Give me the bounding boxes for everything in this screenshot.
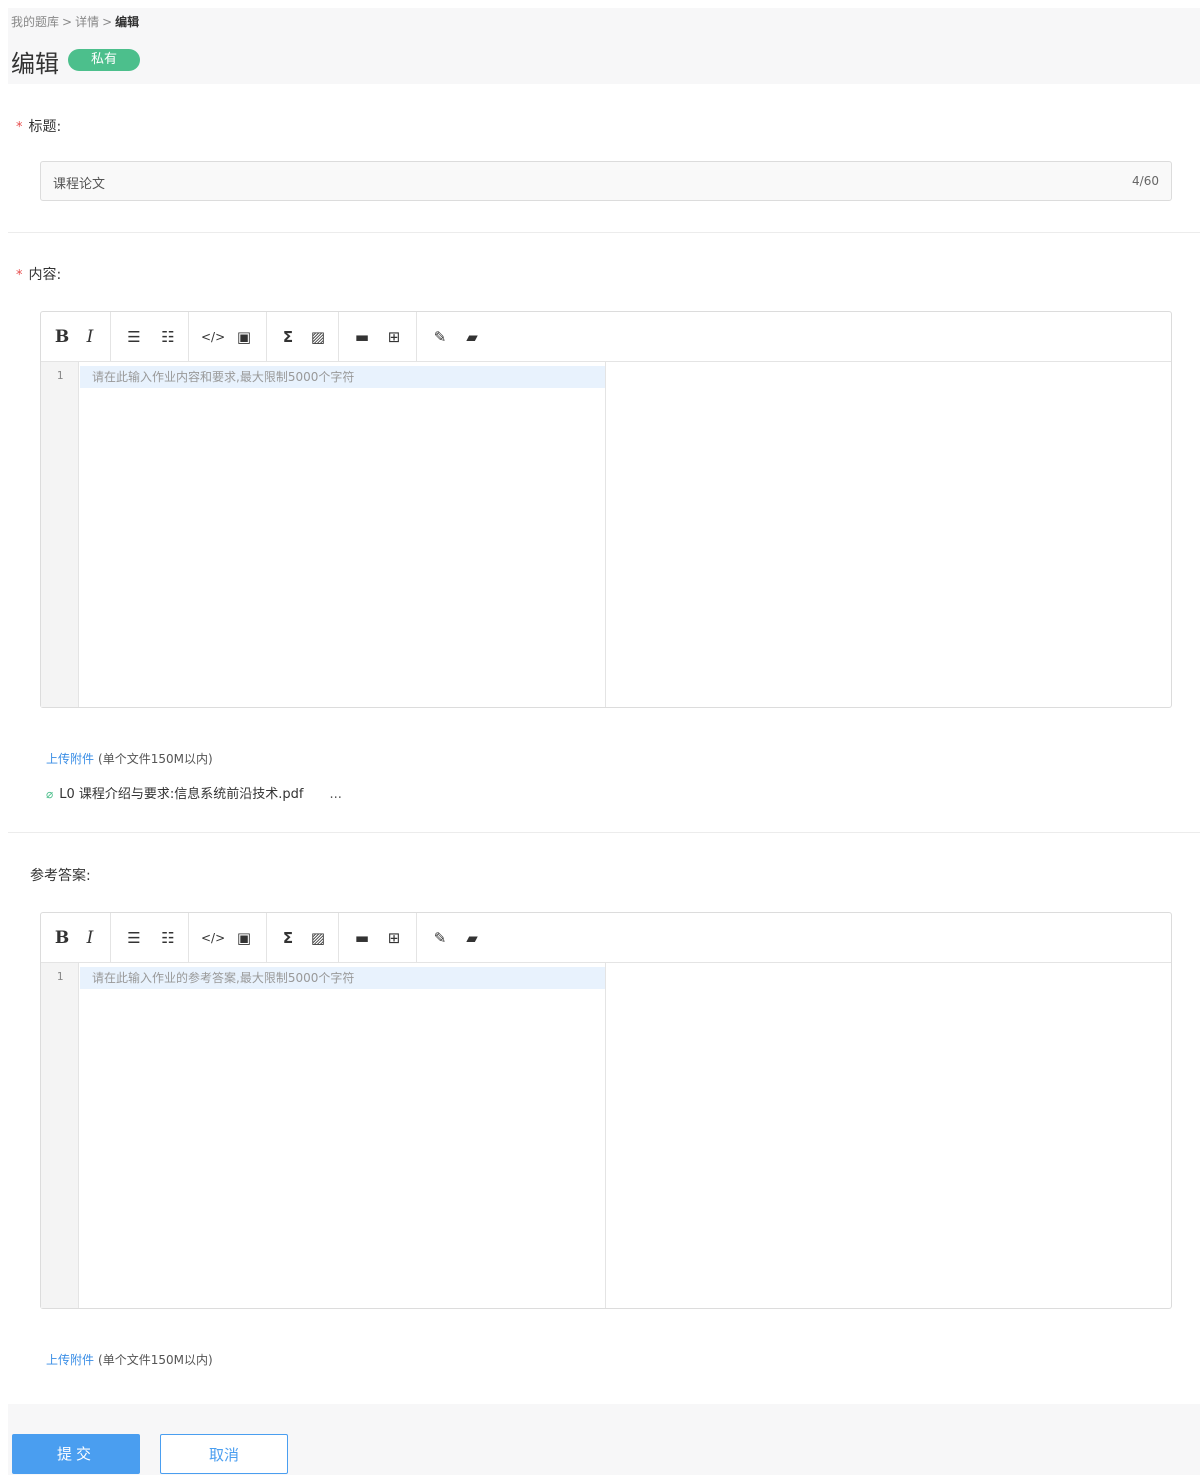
formula-block-icon[interactable]: ▨ <box>307 927 329 949</box>
paperclip-icon: ⌀ <box>46 787 54 801</box>
table-icon[interactable]: ⊞ <box>383 326 405 348</box>
divider <box>8 832 1200 833</box>
upload-attachment-link[interactable]: 上传附件 <box>46 1353 94 1367</box>
content-upload-row: 上传附件 (单个文件150M以内) <box>46 750 213 767</box>
form-footer: 提交 取消 <box>8 1404 1200 1475</box>
bold-icon[interactable]: B <box>51 927 73 949</box>
divider <box>8 232 1200 233</box>
content-textarea[interactable]: 请在此输入作业内容和要求,最大限制5000个字符 <box>80 362 605 707</box>
content-label: * 内容: <box>16 264 61 284</box>
toolbar-group-insert: ▬ ⊞ <box>339 312 417 361</box>
bold-icon[interactable]: B <box>51 326 73 348</box>
toolbar-group-format: B I <box>41 913 111 962</box>
toolbar-group-list: ☰ ☷ <box>111 913 189 962</box>
table-icon[interactable]: ⊞ <box>383 927 405 949</box>
toolbar-group-view: ✎ ▰ <box>417 312 497 361</box>
answer-label: 参考答案: <box>30 868 91 884</box>
page-header: 我的题库 > 详情 > 编辑 编辑 私有 <box>8 8 1200 84</box>
title-input[interactable]: 课程论文 4/60 <box>40 161 1172 201</box>
code-block-icon[interactable]: ▣ <box>233 326 255 348</box>
toolbar-group-formula: Σ ▨ <box>267 312 339 361</box>
breadcrumb-separator: > <box>102 15 113 29</box>
italic-icon[interactable]: I <box>79 326 101 348</box>
upload-attachment-link[interactable]: 上传附件 <box>46 752 94 766</box>
line-gutter: 1 <box>41 963 79 1308</box>
formula-icon[interactable]: Σ <box>277 326 299 348</box>
eraser-icon[interactable]: ▰ <box>461 927 483 949</box>
toolbar-group-code: </> ▣ <box>189 312 267 361</box>
italic-icon[interactable]: I <box>79 927 101 949</box>
code-block-icon[interactable]: ▣ <box>233 927 255 949</box>
attachment-more-button[interactable]: ... <box>329 787 341 802</box>
code-icon[interactable]: </> <box>201 326 225 348</box>
toolbar-group-code: </> ▣ <box>189 913 267 962</box>
required-mark: * <box>16 268 23 283</box>
breadcrumb: 我的题库 > 详情 > 编辑 <box>11 13 139 30</box>
image-icon[interactable]: ▬ <box>351 927 373 949</box>
toolbar-group-view: ✎ ▰ <box>417 913 497 962</box>
line-number: 1 <box>56 369 64 382</box>
preview-toggle-icon[interactable]: ✎ <box>429 326 451 348</box>
edit-form: * 标题: 课程论文 4/60 * 内容: B I ☰ ☷ </> ▣ Σ ▨ <box>8 84 1200 1404</box>
preview-toggle-icon[interactable]: ✎ <box>429 927 451 949</box>
upload-hint: (单个文件150M以内) <box>98 1353 213 1367</box>
attachment-filename[interactable]: L0 课程介绍与要求:信息系统前沿技术.pdf <box>59 787 303 802</box>
ordered-list-icon[interactable]: ☷ <box>157 326 179 348</box>
title-char-counter: 4/60 <box>1132 174 1159 188</box>
upload-hint: (单个文件150M以内) <box>98 752 213 766</box>
title-label-text: 标题: <box>28 119 62 135</box>
breadcrumb-current: 编辑 <box>115 15 140 29</box>
toolbar-group-insert: ▬ ⊞ <box>339 913 417 962</box>
eraser-icon[interactable]: ▰ <box>461 326 483 348</box>
line-number: 1 <box>56 970 64 983</box>
answer-upload-row: 上传附件 (单个文件150M以内) <box>46 1351 213 1368</box>
line-gutter: 1 <box>41 362 79 707</box>
image-icon[interactable]: ▬ <box>351 326 373 348</box>
toolbar-group-formula: Σ ▨ <box>267 913 339 962</box>
unordered-list-icon[interactable]: ☰ <box>123 326 145 348</box>
title-label: * 标题: <box>16 116 61 136</box>
unordered-list-icon[interactable]: ☰ <box>123 927 145 949</box>
page-title: 编辑 <box>11 50 59 78</box>
title-input-value: 课程论文 <box>53 177 106 192</box>
content-preview-pane <box>605 362 1171 707</box>
toolbar-group-format: B I <box>41 312 111 361</box>
privacy-badge: 私有 <box>68 49 140 71</box>
answer-placeholder: 请在此输入作业的参考答案,最大限制5000个字符 <box>80 967 605 989</box>
cancel-button[interactable]: 取消 <box>160 1434 288 1474</box>
toolbar-group-list: ☰ ☷ <box>111 312 189 361</box>
formula-block-icon[interactable]: ▨ <box>307 326 329 348</box>
editor-toolbar: B I ☰ ☷ </> ▣ Σ ▨ ▬ ⊞ ✎ ▰ <box>41 312 1171 362</box>
breadcrumb-my-bank[interactable]: 我的题库 <box>11 15 59 29</box>
submit-button[interactable]: 提交 <box>12 1434 140 1474</box>
breadcrumb-details[interactable]: 详情 <box>75 15 99 29</box>
editor-toolbar: B I ☰ ☷ </> ▣ Σ ▨ ▬ ⊞ ✎ ▰ <box>41 913 1171 963</box>
required-mark: * <box>16 120 23 135</box>
content-placeholder: 请在此输入作业内容和要求,最大限制5000个字符 <box>80 366 605 388</box>
answer-textarea[interactable]: 请在此输入作业的参考答案,最大限制5000个字符 <box>80 963 605 1308</box>
content-label-text: 内容: <box>28 267 62 283</box>
code-icon[interactable]: </> <box>201 927 225 949</box>
answer-preview-pane <box>605 963 1171 1308</box>
attachment-item: ⌀ L0 课程介绍与要求:信息系统前沿技术.pdf... <box>46 783 342 802</box>
formula-icon[interactable]: Σ <box>277 927 299 949</box>
breadcrumb-separator: > <box>62 15 73 29</box>
ordered-list-icon[interactable]: ☷ <box>157 927 179 949</box>
content-editor: B I ☰ ☷ </> ▣ Σ ▨ ▬ ⊞ ✎ ▰ 1 请在此输入作业内容和要求… <box>40 311 1172 708</box>
answer-editor: B I ☰ ☷ </> ▣ Σ ▨ ▬ ⊞ ✎ ▰ 1 请在此输入作业的参考答案… <box>40 912 1172 1309</box>
